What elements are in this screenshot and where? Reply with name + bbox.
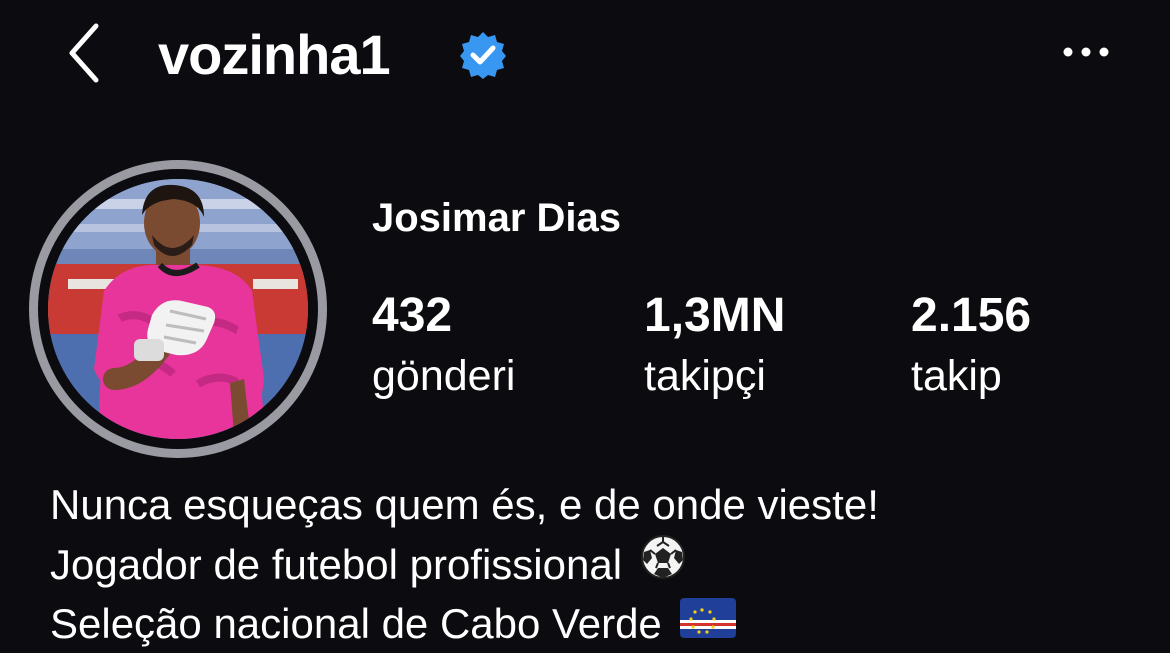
cape-verde-flag-icon <box>679 595 736 653</box>
back-button[interactable] <box>52 18 122 88</box>
followers-label: takipçi <box>644 352 766 400</box>
username: vozinha1 <box>158 23 391 86</box>
profile-photo <box>48 179 308 439</box>
more-horizontal-icon <box>1063 47 1109 57</box>
more-options-button[interactable] <box>1058 32 1114 72</box>
profile-header: vozinha1 <box>0 0 1170 110</box>
soccer-ball-icon <box>640 534 686 595</box>
bio-line: Jogador de futebol profissional <box>50 534 879 595</box>
bio-line: Seleção nacional de Cabo Verde <box>50 595 879 653</box>
following-label: takip <box>911 352 1002 400</box>
bio-line-text: Seleção nacional de Cabo Verde <box>50 600 662 647</box>
avatar-ring <box>29 160 327 458</box>
bio-line-text: Jogador de futebol profissional <box>50 540 623 588</box>
bio: Nunca esqueças quem és, e de onde vieste… <box>50 476 879 653</box>
followers-count: 1,3MN <box>644 289 786 342</box>
chevron-left-icon <box>69 23 99 83</box>
bio-line: Nunca esqueças quem és, e de onde vieste… <box>50 476 879 534</box>
following-count: 2.156 <box>911 289 1032 342</box>
full-name: Josimar Dias <box>372 196 622 240</box>
posts-count: 432 <box>372 289 453 342</box>
posts-stat[interactable]: 432 gönderi <box>372 288 515 408</box>
posts-label: gönderi <box>372 352 516 400</box>
verified-badge-icon <box>458 30 508 80</box>
avatar[interactable] <box>48 179 308 439</box>
followers-stat[interactable]: 1,3MN takipçi <box>644 288 785 408</box>
bio-line-text: Nunca esqueças quem és, e de onde vieste… <box>50 481 879 528</box>
following-stat[interactable]: 2.156 takip <box>911 288 1031 408</box>
